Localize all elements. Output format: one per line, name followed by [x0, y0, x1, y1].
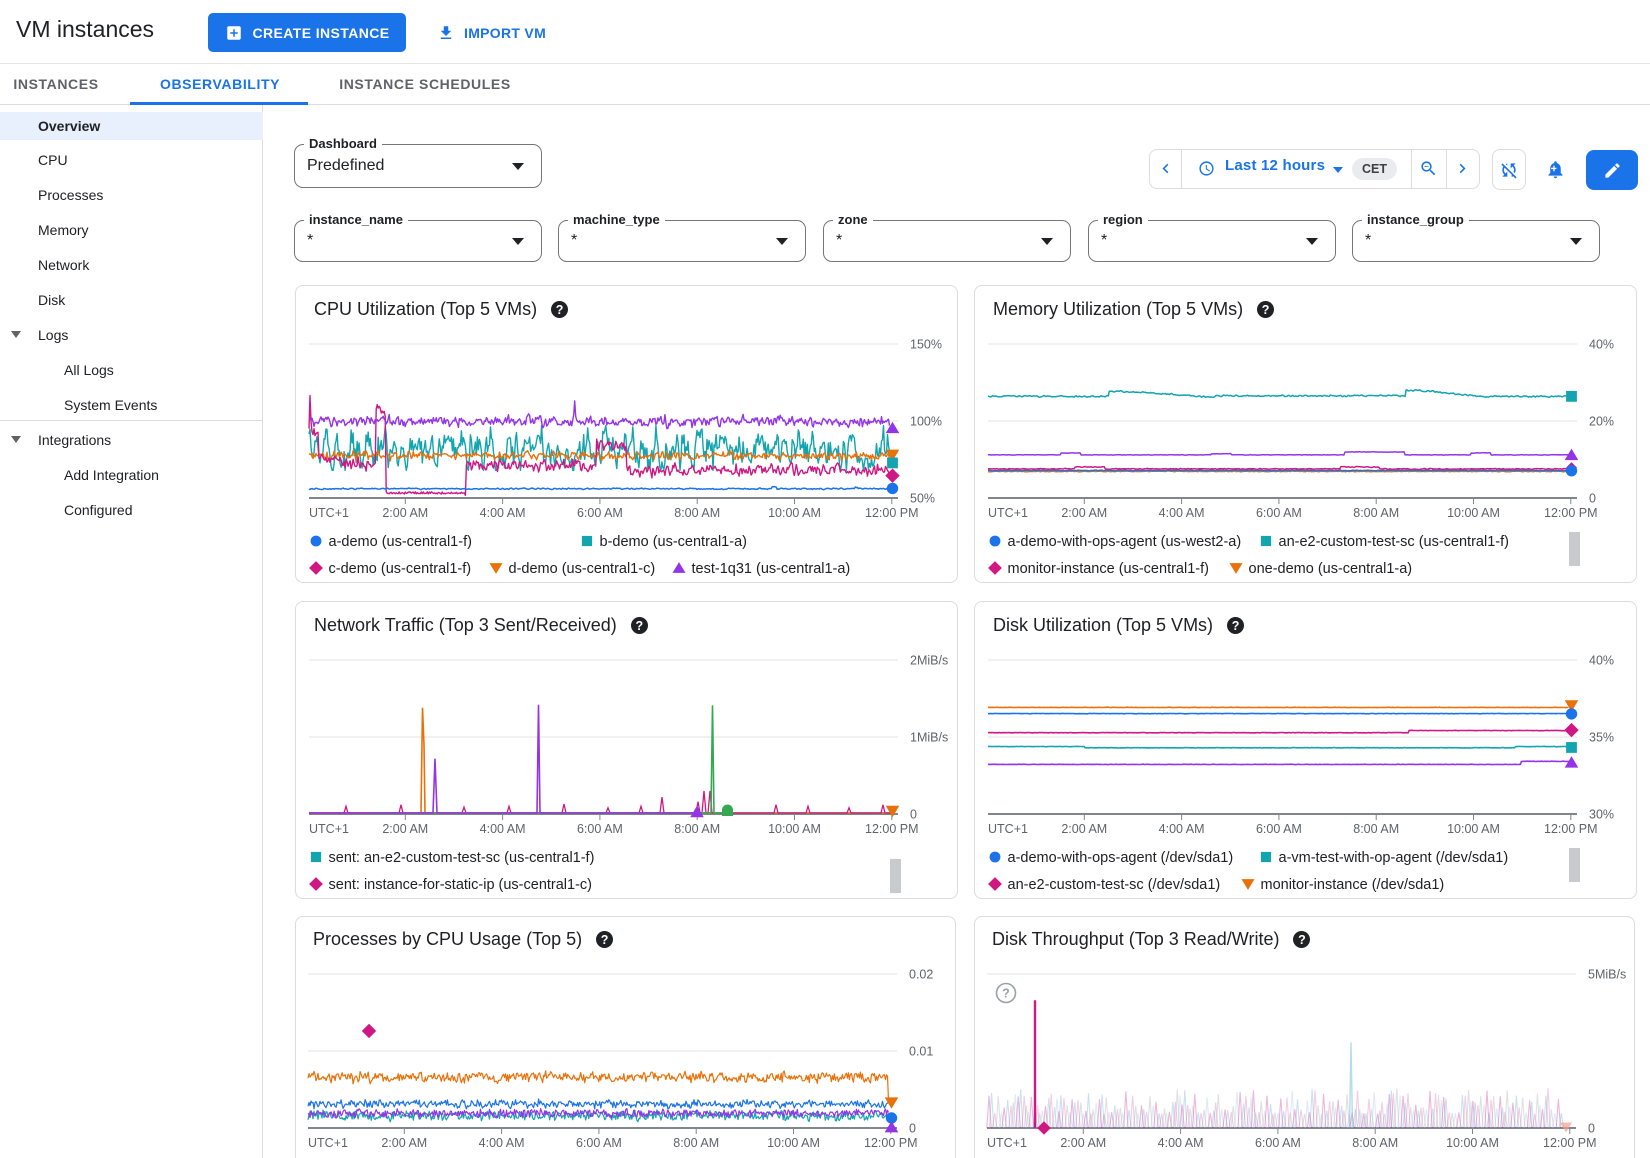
svg-text:12:00 PM: 12:00 PM	[1544, 506, 1598, 520]
svg-text:b-demo (us-central1-a): b-demo (us-central1-a)	[600, 534, 747, 550]
svg-text:50%: 50%	[910, 492, 935, 506]
svg-text:100%: 100%	[910, 415, 942, 429]
svg-text:one-demo (us-central1-a): one-demo (us-central1-a)	[1249, 561, 1413, 577]
svg-text:an-e2-custom-test-sc (/dev/sda: an-e2-custom-test-sc (/dev/sda1)	[1008, 877, 1221, 893]
svg-text:4:00 AM: 4:00 AM	[1159, 822, 1205, 836]
svg-text:6:00 AM: 6:00 AM	[1255, 1136, 1301, 1150]
svg-text:c-demo (us-central1-f): c-demo (us-central1-f)	[329, 561, 472, 577]
svg-text:30%: 30%	[1589, 808, 1614, 822]
svg-text:sent: instance-for-static-ip (: sent: instance-for-static-ip (us-central…	[329, 877, 593, 893]
svg-text:2:00 AM: 2:00 AM	[382, 506, 428, 520]
svg-text:an-e2-custom-test-sc (us-centr: an-e2-custom-test-sc (us-central1-f)	[1279, 534, 1509, 550]
svg-text:sent: an-e2-custom-test-sc (us: sent: an-e2-custom-test-sc (us-central1-…	[329, 850, 595, 866]
svg-text:0: 0	[1588, 1122, 1595, 1136]
svg-text:8:00 AM: 8:00 AM	[1352, 1136, 1398, 1150]
svg-text:2:00 AM: 2:00 AM	[1061, 822, 1107, 836]
svg-text:10:00 AM: 10:00 AM	[768, 822, 821, 836]
svg-text:6:00 AM: 6:00 AM	[577, 822, 623, 836]
svg-text:a-demo-with-ops-agent (/dev/sd: a-demo-with-ops-agent (/dev/sda1)	[1008, 850, 1234, 866]
svg-text:monitor-instance (/dev/sda1): monitor-instance (/dev/sda1)	[1261, 877, 1445, 893]
svg-text:6:00 AM: 6:00 AM	[1256, 822, 1302, 836]
svg-text:6:00 AM: 6:00 AM	[1256, 506, 1302, 520]
svg-text:a-demo-with-ops-agent (us-west: a-demo-with-ops-agent (us-west2-a)	[1008, 534, 1242, 550]
svg-text:8:00 AM: 8:00 AM	[674, 506, 720, 520]
svg-text:2:00 AM: 2:00 AM	[381, 1136, 427, 1150]
svg-text:2:00 AM: 2:00 AM	[382, 822, 428, 836]
svg-text:12:00 PM: 12:00 PM	[864, 1136, 918, 1150]
svg-text:UTC+1: UTC+1	[309, 822, 349, 836]
svg-text:1MiB/s: 1MiB/s	[910, 731, 948, 745]
svg-text:monitor-instance (us-central1-: monitor-instance (us-central1-f)	[1008, 561, 1209, 577]
svg-text:4:00 AM: 4:00 AM	[1158, 1136, 1204, 1150]
svg-text:0.01: 0.01	[909, 1045, 933, 1059]
svg-text:40%: 40%	[1589, 338, 1614, 352]
svg-text:0: 0	[910, 808, 917, 822]
svg-text:10:00 AM: 10:00 AM	[768, 506, 821, 520]
svg-text:35%: 35%	[1589, 731, 1614, 745]
svg-text:?: ?	[1002, 987, 1010, 1001]
svg-text:40%: 40%	[1589, 654, 1614, 668]
svg-text:150%: 150%	[910, 338, 942, 352]
svg-text:UTC+1: UTC+1	[987, 1136, 1027, 1150]
svg-text:12:00 PM: 12:00 PM	[1543, 1136, 1597, 1150]
svg-text:a-vm-test-with-op-agent (/dev/: a-vm-test-with-op-agent (/dev/sda1)	[1279, 850, 1509, 866]
svg-text:4:00 AM: 4:00 AM	[1159, 506, 1205, 520]
svg-text:8:00 AM: 8:00 AM	[674, 822, 720, 836]
svg-text:8:00 AM: 8:00 AM	[673, 1136, 719, 1150]
svg-text:2:00 AM: 2:00 AM	[1061, 506, 1107, 520]
svg-text:d-demo (us-central1-c): d-demo (us-central1-c)	[509, 561, 656, 577]
svg-text:12:00 PM: 12:00 PM	[1544, 822, 1598, 836]
svg-text:4:00 AM: 4:00 AM	[480, 506, 526, 520]
svg-text:2MiB/s: 2MiB/s	[910, 654, 948, 668]
svg-text:8:00 AM: 8:00 AM	[1353, 506, 1399, 520]
svg-text:4:00 AM: 4:00 AM	[480, 822, 526, 836]
svg-text:10:00 AM: 10:00 AM	[1447, 822, 1500, 836]
svg-text:12:00 PM: 12:00 PM	[865, 822, 919, 836]
svg-text:8:00 AM: 8:00 AM	[1353, 822, 1399, 836]
svg-text:6:00 AM: 6:00 AM	[576, 1136, 622, 1150]
svg-text:20%: 20%	[1589, 415, 1614, 429]
svg-text:4:00 AM: 4:00 AM	[479, 1136, 525, 1150]
svg-text:UTC+1: UTC+1	[308, 1136, 348, 1150]
svg-text:6:00 AM: 6:00 AM	[577, 506, 623, 520]
svg-text:10:00 AM: 10:00 AM	[767, 1136, 820, 1150]
svg-text:0.02: 0.02	[909, 968, 933, 982]
svg-text:0: 0	[909, 1122, 916, 1136]
svg-text:a-demo (us-central1-f): a-demo (us-central1-f)	[329, 534, 472, 550]
svg-text:UTC+1: UTC+1	[988, 822, 1028, 836]
svg-text:12:00 PM: 12:00 PM	[865, 506, 919, 520]
svg-text:2:00 AM: 2:00 AM	[1060, 1136, 1106, 1150]
svg-text:10:00 AM: 10:00 AM	[1446, 1136, 1499, 1150]
svg-text:10:00 AM: 10:00 AM	[1447, 506, 1500, 520]
svg-text:5MiB/s: 5MiB/s	[1588, 968, 1626, 982]
svg-text:test-1q31 (us-central1-a): test-1q31 (us-central1-a)	[692, 561, 851, 577]
svg-text:UTC+1: UTC+1	[309, 506, 349, 520]
svg-text:UTC+1: UTC+1	[988, 506, 1028, 520]
svg-text:0: 0	[1589, 492, 1596, 506]
